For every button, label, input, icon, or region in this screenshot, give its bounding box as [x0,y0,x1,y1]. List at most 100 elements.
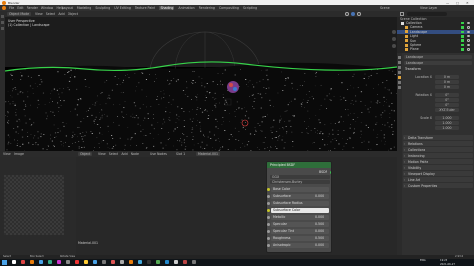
object-tab-icon[interactable] [398,76,401,79]
scale-x-field[interactable]: 1.000 [435,116,459,120]
viewport-menu-object[interactable]: Object [68,12,78,16]
node-menu-add[interactable]: Add [121,152,127,156]
properties-section[interactable]: › Collections [403,147,473,152]
sphere-object[interactable] [227,81,239,93]
taskbar-app-icon[interactable] [183,260,187,264]
node-input-value[interactable]: 0.500 [315,236,324,240]
input-socket-icon[interactable] [267,243,270,247]
taskbar-app-icon[interactable] [66,260,70,264]
node-input-row[interactable]: Subsurface Radius [267,200,331,206]
taskbar-app-icon[interactable] [192,260,196,264]
input-socket-icon[interactable] [267,222,270,226]
node-input-value[interactable]: 0.000 [315,229,324,233]
taskbar-app-icon[interactable] [93,260,97,264]
restrict-icon[interactable] [461,21,464,25]
visibility-eye-icon[interactable] [467,26,470,29]
node-input-row[interactable]: Metallic 0.000 [267,214,331,220]
node-input-value[interactable]: 0.000 [315,243,324,247]
input-socket-icon[interactable] [267,215,270,219]
viewport-shading-solid-icon[interactable] [345,12,349,16]
properties-section[interactable]: › Instancing [403,153,473,158]
use-nodes-checkbox[interactable]: Use Nodes [150,152,167,156]
taskbar-app-icon[interactable] [129,260,133,264]
pan-icon[interactable] [392,37,396,41]
tab-layout[interactable]: Layout [62,6,73,10]
node-input-row[interactable]: Specular 0.500 [267,221,331,227]
scene-tab-icon[interactable] [398,71,401,74]
bsdf-output-socket[interactable] [330,171,331,174]
visibility-eye-icon[interactable] [467,34,470,38]
node-input-value[interactable]: 0.000 [315,215,324,219]
outliner-row[interactable]: Plane [397,47,474,51]
rotation-z-field[interactable]: 0° [435,103,459,107]
taskbar-app-icon[interactable] [102,260,106,264]
properties-section[interactable]: › Custom Properties [403,183,473,188]
viewport-shading-material-icon[interactable] [351,12,355,16]
slot-dropdown[interactable]: Slot 1 [176,152,185,156]
node-menu-view[interactable]: View [98,152,106,156]
visibility-eye-icon[interactable] [467,30,470,33]
close-button[interactable]: ✕ [466,1,469,5]
restrict-icon[interactable] [461,30,464,34]
location-x-field[interactable]: 0 m [435,75,459,79]
scale-z-field[interactable]: 1.000 [435,126,459,130]
taskbar-app-icon[interactable] [12,260,16,264]
tab-modeling[interactable]: Modeling [77,6,92,10]
scene-selector[interactable]: Scene [380,6,390,10]
menu-render[interactable]: Render [27,6,38,10]
shader-node-editor[interactable]: Principled BSDF BSDF GGX Christensen-Bur… [76,157,397,255]
node-input-value[interactable]: 0.000 [315,194,324,198]
input-socket-icon[interactable] [267,236,270,240]
view-layer-selector[interactable]: View Layer [420,6,437,10]
rotation-mode-dropdown[interactable]: XYZ Euler [435,108,459,112]
visibility-eye-icon[interactable] [467,43,470,47]
taskbar-app-icon[interactable] [147,260,151,264]
taskbar-app-icon[interactable] [165,260,169,264]
outliner-search-input[interactable] [407,12,447,16]
taskbar-app-icon[interactable] [120,260,124,264]
distribution-dropdown[interactable]: GGX [270,175,330,179]
tab-sculpting[interactable]: Sculpting [95,6,110,10]
viewport-menu-add[interactable]: Add [58,12,64,16]
restrict-icon[interactable] [461,26,464,29]
node-input-row[interactable]: Subsurface Color [267,207,331,213]
mode-dropdown[interactable]: Object Mode [7,12,32,16]
input-socket-icon[interactable] [267,187,270,191]
tab-scripting[interactable]: Scripting [243,6,257,10]
camera-view-icon[interactable] [392,44,396,48]
image-editor[interactable] [0,157,76,255]
restrict-icon[interactable] [461,48,464,51]
taskbar-app-icon[interactable] [75,260,79,264]
tab-texture-paint[interactable]: Texture Paint [135,6,156,10]
node-input-row[interactable]: Roughness 0.500 [267,235,331,241]
modifier-tab-icon[interactable] [398,81,401,84]
taskbar-app-icon[interactable] [21,260,25,264]
transform-panel-title[interactable]: Transform [405,67,421,71]
rotation-y-field[interactable]: 0° [435,98,459,102]
node-mode-dropdown[interactable]: Object [78,152,93,156]
location-y-field[interactable]: 0 m [435,80,459,84]
properties-section[interactable]: › Delta Transform [403,135,473,140]
node-menu-select[interactable]: Select [109,152,119,156]
rotation-x-field[interactable]: 0° [435,93,459,97]
subsurface-method-dropdown[interactable]: Christensen-Burley [270,180,330,184]
tab-animation[interactable]: Animation [178,6,194,10]
material-selector[interactable]: Material.001 [196,152,221,156]
visibility-eye-icon[interactable] [467,39,470,42]
input-socket-icon[interactable] [267,194,270,198]
windows-start-icon[interactable] [2,260,7,265]
taskbar-app-icon[interactable] [84,260,88,264]
taskbar-app-icon[interactable] [30,260,34,264]
image-menu-image[interactable]: Image [14,152,24,156]
object-name-field-2[interactable]: Landscape [404,61,472,65]
node-input-row[interactable]: Subsurface 0.000 [267,193,331,199]
move-tool-icon[interactable] [1,27,4,30]
menu-file[interactable]: File [9,6,14,10]
menu-window[interactable]: Window [41,6,54,10]
maximize-button[interactable]: □ [456,1,459,5]
restrict-icon[interactable] [461,34,464,38]
node-input-row[interactable]: Specular Tint 0.000 [267,228,331,234]
image-menu-view[interactable]: View [3,152,11,156]
material-tab-icon[interactable] [398,86,401,89]
input-socket-icon[interactable] [267,201,270,205]
